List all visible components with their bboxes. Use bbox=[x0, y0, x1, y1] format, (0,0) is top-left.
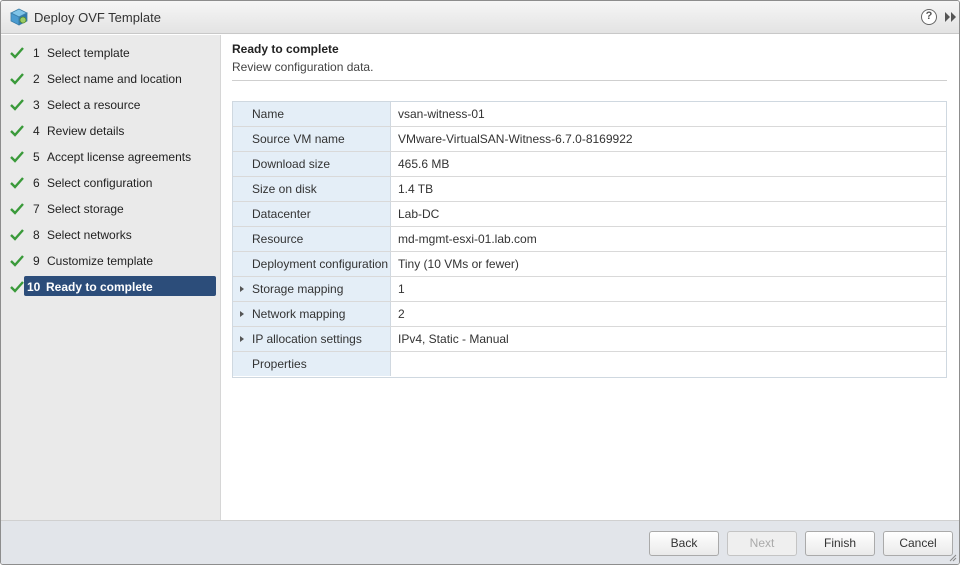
summary-row-ip-allocation[interactable]: IP allocation settings IPv4, Static - Ma… bbox=[233, 327, 946, 352]
row-key: Deployment configuration bbox=[252, 257, 389, 271]
step-select-name-location[interactable]: 2 Select name and location bbox=[1, 67, 221, 93]
step-accept-license[interactable]: 5 Accept license agreements bbox=[1, 145, 221, 171]
summary-row-size-on-disk: Size on disk 1.4 TB bbox=[233, 177, 946, 202]
finish-button[interactable]: Finish bbox=[805, 531, 875, 556]
row-key: Network mapping bbox=[252, 307, 346, 321]
row-value: Lab-DC bbox=[398, 207, 440, 221]
step-ready-to-complete[interactable]: 10 Ready to complete bbox=[1, 275, 221, 301]
step-label: Select a resource bbox=[47, 98, 141, 112]
step-select-resource[interactable]: 3 Select a resource bbox=[1, 93, 221, 119]
step-label: Select configuration bbox=[47, 176, 153, 190]
summary-row-resource: Resource md-mgmt-esxi-01.lab.com bbox=[233, 227, 946, 252]
check-icon bbox=[10, 99, 24, 111]
step-number: 10 bbox=[27, 280, 41, 294]
step-number: 3 bbox=[33, 98, 40, 112]
row-value: 465.6 MB bbox=[398, 157, 450, 171]
summary-row-deployment-config: Deployment configuration Tiny (10 VMs or… bbox=[233, 252, 946, 277]
row-key: Resource bbox=[252, 232, 304, 246]
deploy-ovf-dialog: Deploy OVF Template ? 1 Select template … bbox=[0, 0, 960, 565]
row-value: md-mgmt-esxi-01.lab.com bbox=[398, 232, 537, 246]
summary-row-properties: Properties bbox=[233, 352, 946, 377]
step-select-storage[interactable]: 7 Select storage bbox=[1, 197, 221, 223]
row-key: Download size bbox=[252, 157, 331, 171]
check-icon bbox=[10, 203, 24, 215]
step-label: Select storage bbox=[47, 202, 124, 216]
step-number: 6 bbox=[33, 176, 40, 190]
help-icon[interactable]: ? bbox=[921, 9, 937, 25]
row-value: IPv4, Static - Manual bbox=[398, 332, 509, 346]
row-key: Source VM name bbox=[252, 132, 345, 146]
step-number: 9 bbox=[33, 254, 40, 268]
step-select-networks[interactable]: 8 Select networks bbox=[1, 223, 221, 249]
check-icon bbox=[10, 47, 24, 59]
check-icon bbox=[10, 151, 24, 163]
summary-row-download-size: Download size 465.6 MB bbox=[233, 152, 946, 177]
row-key: Datacenter bbox=[252, 207, 311, 221]
expand-arrow-icon[interactable] bbox=[240, 336, 244, 342]
expand-icon[interactable] bbox=[944, 9, 958, 25]
step-number: 1 bbox=[33, 46, 40, 60]
page-subtitle: Review configuration data. bbox=[232, 60, 374, 74]
step-number: 4 bbox=[33, 124, 40, 138]
row-key: Storage mapping bbox=[252, 282, 344, 296]
step-label: Ready to complete bbox=[46, 280, 153, 294]
row-value: 2 bbox=[398, 307, 405, 321]
step-number: 2 bbox=[33, 72, 40, 86]
check-icon bbox=[10, 73, 24, 85]
dialog-title: Deploy OVF Template bbox=[34, 10, 161, 25]
step-number: 5 bbox=[33, 150, 40, 164]
expand-arrow-icon[interactable] bbox=[240, 311, 244, 317]
back-button[interactable]: Back bbox=[649, 531, 719, 556]
row-key: IP allocation settings bbox=[252, 332, 362, 346]
summary-row-source-vm: Source VM name VMware-VirtualSAN-Witness… bbox=[233, 127, 946, 152]
check-icon bbox=[10, 281, 24, 293]
expand-arrow-icon[interactable] bbox=[240, 286, 244, 292]
step-review-details[interactable]: 4 Review details bbox=[1, 119, 221, 145]
check-icon bbox=[10, 177, 24, 189]
next-button[interactable]: Next bbox=[727, 531, 797, 556]
step-label: Review details bbox=[47, 124, 125, 138]
check-icon bbox=[10, 255, 24, 267]
main-content: Ready to complete Review configuration d… bbox=[222, 35, 959, 520]
cancel-button[interactable]: Cancel bbox=[883, 531, 953, 556]
summary-row-datacenter: Datacenter Lab-DC bbox=[233, 202, 946, 227]
row-value: vsan-witness-01 bbox=[398, 107, 485, 121]
step-number: 7 bbox=[33, 202, 40, 216]
row-key: Name bbox=[252, 107, 285, 121]
step-select-configuration[interactable]: 6 Select configuration bbox=[1, 171, 221, 197]
divider bbox=[232, 80, 947, 81]
step-select-template[interactable]: 1 Select template bbox=[1, 41, 221, 67]
step-number: 8 bbox=[33, 228, 40, 242]
row-value: 1.4 TB bbox=[398, 182, 434, 196]
summary-row-storage-mapping[interactable]: Storage mapping 1 bbox=[233, 277, 946, 302]
step-label: Select name and location bbox=[47, 72, 182, 86]
wizard-steps: 1 Select template 2 Select name and loca… bbox=[1, 35, 221, 520]
row-value: 1 bbox=[398, 282, 405, 296]
summary-row-name: Name vsan-witness-01 bbox=[233, 102, 946, 127]
check-icon bbox=[10, 229, 24, 241]
step-label: Select networks bbox=[47, 228, 132, 242]
check-icon bbox=[10, 125, 24, 137]
row-key: Size on disk bbox=[252, 182, 317, 196]
row-value: VMware-VirtualSAN-Witness-6.7.0-8169922 bbox=[398, 132, 633, 146]
page-title: Ready to complete bbox=[232, 42, 339, 56]
row-key: Properties bbox=[252, 357, 307, 371]
step-label: Select template bbox=[47, 46, 130, 60]
summary-row-network-mapping[interactable]: Network mapping 2 bbox=[233, 302, 946, 327]
step-label: Accept license agreements bbox=[47, 150, 192, 164]
ovf-package-icon bbox=[10, 8, 28, 26]
step-customize-template[interactable]: 9 Customize template bbox=[1, 249, 221, 275]
resize-grip-icon[interactable] bbox=[947, 552, 957, 562]
summary-grid: Name vsan-witness-01 Source VM name VMwa… bbox=[232, 101, 947, 378]
row-value: Tiny (10 VMs or fewer) bbox=[398, 257, 519, 271]
title-bar: Deploy OVF Template ? bbox=[1, 1, 959, 34]
button-bar: Back Next Finish Cancel bbox=[1, 520, 959, 564]
step-label: Customize template bbox=[47, 254, 154, 268]
